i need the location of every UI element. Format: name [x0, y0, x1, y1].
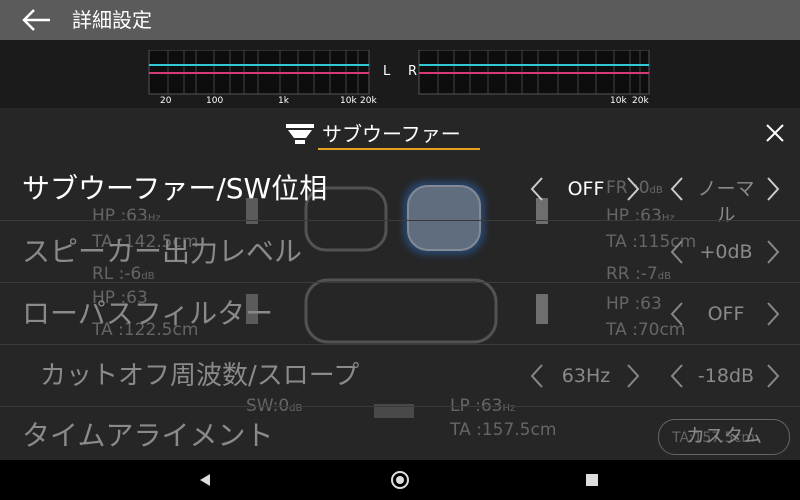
page-title: 詳細設定: [72, 8, 152, 32]
eq-tick: 20k: [360, 96, 377, 104]
row-subwoofer-phase[interactable]: サブウーファー/SW位相 OFF ノーマル: [0, 158, 800, 226]
row-label: カットオフ周波数/スロープ: [40, 361, 360, 391]
row-cutoff-slope[interactable]: カットオフ周波数/スロープ 63Hz -18dB: [0, 344, 800, 407]
chevron-right-icon[interactable]: [764, 237, 782, 267]
lowpass-value: OFF: [707, 303, 745, 325]
row-time-alignment[interactable]: タイムアライメント カスタム: [0, 406, 800, 461]
eq-tick: 20: [160, 96, 172, 104]
chevron-right-icon[interactable]: [764, 361, 782, 391]
right-channel-label: R: [408, 64, 418, 79]
time-alignment-mode-button[interactable]: カスタム: [658, 419, 790, 455]
back-arrow-icon: [22, 9, 50, 31]
nav-back-icon[interactable]: [196, 472, 214, 488]
row-speaker-output-level[interactable]: スピーカー出力レベル +0dB: [0, 220, 800, 283]
chevron-right-icon[interactable]: [764, 299, 782, 329]
chevron-left-icon[interactable]: [668, 174, 686, 204]
row-label: サブウーファー/SW位相: [22, 172, 328, 205]
eq-graph-right: 10k 20k: [418, 50, 650, 104]
row-label: スピーカー出力レベル: [22, 235, 303, 268]
time-alignment-value: カスタム: [685, 425, 762, 447]
back-button[interactable]: [18, 4, 58, 36]
eq-tick: 10k: [340, 96, 357, 104]
eq-graph-left: 20 100 1k 10k 20k: [148, 50, 377, 104]
eq-tick: 10k: [610, 96, 627, 104]
close-icon: [766, 124, 784, 142]
cutoff-value: 63Hz: [561, 365, 611, 387]
eq-tick: 1k: [278, 96, 290, 104]
output-level-value: +0dB: [699, 241, 753, 263]
nav-home-icon[interactable]: [388, 468, 412, 492]
left-channel-label: L: [383, 64, 391, 79]
chevron-right-icon[interactable]: [624, 361, 642, 391]
close-button[interactable]: [762, 120, 788, 146]
slope-value: -18dB: [697, 365, 755, 387]
chevron-left-icon[interactable]: [668, 299, 686, 329]
eq-tick: 100: [206, 96, 223, 104]
chevron-left-icon[interactable]: [668, 361, 686, 391]
chevron-left-icon[interactable]: [668, 237, 686, 267]
eq-tick: 20k: [632, 96, 649, 104]
row-label: タイムアライメント: [22, 419, 274, 452]
subwoofer-icon: [286, 124, 314, 144]
panel-title: サブウーファー: [322, 122, 461, 146]
chevron-left-icon[interactable]: [528, 174, 546, 204]
system-navigation-bar: [0, 460, 800, 500]
chevron-left-icon[interactable]: [528, 361, 546, 391]
row-lowpass-filter[interactable]: ローパスフィルター OFF: [0, 282, 800, 345]
chevron-right-icon[interactable]: [764, 174, 782, 204]
row-label: ローパスフィルター: [22, 297, 274, 330]
subwoofer-value: OFF: [567, 178, 605, 200]
panel-title-underline: [318, 148, 480, 150]
eq-graph-band: [0, 40, 800, 108]
nav-recents-icon[interactable]: [584, 472, 600, 488]
chevron-right-icon[interactable]: [624, 174, 642, 204]
